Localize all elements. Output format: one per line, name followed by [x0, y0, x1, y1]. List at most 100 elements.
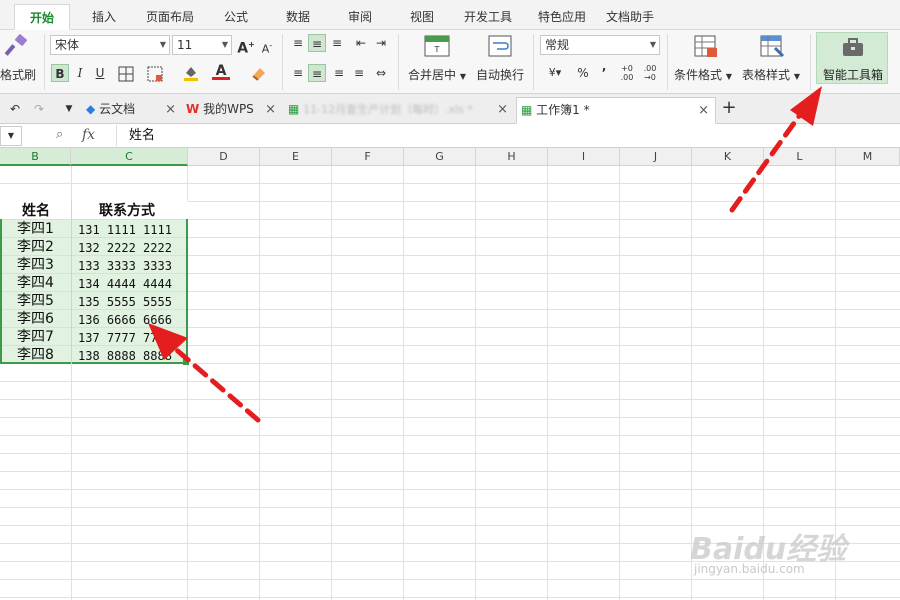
close-icon[interactable]: × — [165, 97, 176, 122]
cell-name[interactable]: 李四3 — [17, 256, 54, 274]
conditional-format-label: 条件格式 — [674, 68, 723, 82]
currency-icon[interactable]: ¥▾ — [542, 64, 568, 82]
align-top-icon[interactable]: ≡ — [289, 34, 307, 52]
header-cell-name[interactable]: 姓名 — [22, 202, 50, 220]
font-name-select[interactable]: 宋体 ▼ — [50, 35, 170, 55]
number-format-select[interactable]: 常规 ▼ — [540, 35, 660, 55]
cell-name[interactable]: 李四8 — [17, 346, 54, 364]
conditional-format-button[interactable]: 条件格式 ▼ — [674, 66, 732, 83]
align-center-icon[interactable]: ≡ — [308, 64, 326, 82]
increase-font-icon[interactable]: A+ — [237, 36, 255, 57]
tab-blurred-file[interactable]: ▦ 11-12月查生产计划（每时）.xls * × — [284, 97, 514, 124]
menu-tab-featured[interactable]: 特色应用 — [530, 4, 594, 30]
header-cell-contact[interactable]: 联系方式 — [99, 202, 155, 220]
cell-phone[interactable]: 133 3333 3333 — [78, 257, 172, 275]
menu-tab-formulas[interactable]: 公式 — [212, 4, 260, 30]
column-header-f[interactable]: F — [332, 148, 404, 166]
name-box-dropdown[interactable]: ▼ — [0, 126, 22, 146]
tab-cloud-docs[interactable]: ◆ 云文档 × — [82, 97, 182, 124]
cell-phone[interactable]: 135 5555 5555 — [78, 293, 172, 311]
merge-center-icon[interactable]: T — [424, 34, 450, 58]
wrap-text-icon[interactable] — [487, 34, 513, 58]
cell-phone[interactable]: 134 4444 4444 — [78, 275, 172, 293]
align-bottom-icon[interactable]: ≡ — [328, 34, 346, 52]
table-style-icon[interactable] — [759, 34, 785, 58]
cell-name[interactable]: 李四7 — [17, 328, 54, 346]
cell-phone[interactable]: 131 1111 1111 — [78, 221, 172, 239]
align-middle-icon[interactable]: ≡ — [308, 34, 326, 52]
tab-workbook1[interactable]: ▦ 工作簿1 * × — [516, 97, 716, 124]
column-header-i[interactable]: I — [548, 148, 620, 166]
cell-name[interactable]: 李四5 — [17, 292, 54, 310]
decrease-font-icon[interactable]: A- — [258, 37, 276, 56]
menu-tab-doc-assistant[interactable]: 文档助手 — [598, 4, 662, 30]
fx-button[interactable]: fx — [82, 127, 95, 143]
fill-color-icon[interactable] — [182, 64, 200, 82]
column-header-h[interactable]: H — [476, 148, 548, 166]
column-header-d[interactable]: D — [188, 148, 260, 166]
menu-tab-view[interactable]: 视图 — [398, 4, 446, 30]
align-left-icon[interactable]: ≡ — [289, 64, 307, 82]
menu-tab-review[interactable]: 审阅 — [336, 4, 384, 30]
align-right-icon[interactable]: ≡ — [330, 64, 348, 82]
tab-my-wps[interactable]: W 我的WPS × — [182, 97, 282, 124]
chevron-down-icon: ▼ — [159, 40, 166, 49]
font-size-select[interactable]: 11 ▼ — [172, 35, 232, 55]
merge-center-button[interactable]: 合并居中 ▼ — [408, 66, 466, 83]
undo-icon[interactable]: ↶ — [6, 100, 24, 118]
cell-name[interactable]: 李四2 — [17, 238, 54, 256]
conditional-format-icon[interactable] — [693, 34, 719, 58]
percent-button[interactable]: % — [574, 64, 592, 82]
decrease-indent-icon[interactable]: ⇤ — [352, 34, 370, 52]
menu-tab-data[interactable]: 数据 — [274, 4, 322, 30]
format-painter-icon[interactable] — [4, 34, 30, 58]
quick-access-chevron-icon[interactable]: ▼ — [60, 100, 78, 118]
zoom-search-icon[interactable]: ⌕ — [56, 127, 63, 142]
close-icon[interactable]: × — [698, 98, 709, 123]
cell-name[interactable]: 李四1 — [17, 220, 54, 238]
menu-tab-page-layout[interactable]: 页面布局 — [138, 4, 202, 30]
smart-toolbox-button[interactable]: 智能工具箱 — [816, 32, 888, 84]
border-icon[interactable] — [118, 66, 134, 82]
cell-phone[interactable]: 138 8888 8888 — [78, 347, 172, 365]
cell-phone[interactable]: 136 6666 6666 — [78, 311, 172, 329]
justify-icon[interactable]: ≡ — [350, 64, 368, 82]
distributed-align-icon[interactable]: ⇔ — [372, 64, 390, 82]
close-icon[interactable]: × — [497, 97, 508, 122]
format-painter-button[interactable]: 格式刷 — [0, 66, 36, 83]
decrease-decimal-icon[interactable]: .00 →0 — [640, 64, 660, 82]
column-header-c[interactable]: C — [71, 148, 188, 166]
underline-button[interactable]: U — [91, 64, 109, 82]
cell-name[interactable]: 李四6 — [17, 310, 54, 328]
chevron-down-icon: ▼ — [221, 40, 228, 49]
cell-phone[interactable]: 132 2222 2222 — [78, 239, 172, 257]
cell-name[interactable]: 李四4 — [17, 274, 54, 292]
close-icon[interactable]: × — [265, 97, 276, 122]
comma-style-button[interactable]: ’ — [595, 64, 613, 82]
ribbon-divider — [810, 34, 811, 90]
new-tab-button[interactable]: + — [720, 99, 738, 117]
column-header-g[interactable]: G — [404, 148, 476, 166]
italic-button[interactable]: I — [71, 64, 89, 82]
column-header-b[interactable]: B — [0, 148, 71, 166]
formula-input[interactable]: 姓名 — [116, 125, 900, 146]
increase-indent-icon[interactable]: ⇥ — [372, 34, 390, 52]
column-header-m[interactable]: M — [836, 148, 900, 166]
fill-handle[interactable] — [183, 359, 189, 365]
column-header-k[interactable]: K — [692, 148, 764, 166]
column-header-j[interactable]: J — [620, 148, 692, 166]
bold-button[interactable]: B — [51, 64, 69, 82]
column-header-e[interactable]: E — [260, 148, 332, 166]
column-header-l[interactable]: L — [764, 148, 836, 166]
redo-icon[interactable]: ↷ — [30, 100, 48, 118]
cell-phone[interactable]: 137 7777 7777 — [78, 329, 172, 347]
font-color-icon[interactable]: A — [212, 63, 230, 83]
menu-tab-home[interactable]: 开始 — [14, 4, 70, 30]
cell-border-style-icon[interactable] — [147, 66, 163, 82]
menu-tab-insert[interactable]: 插入 — [80, 4, 128, 30]
increase-decimal-icon[interactable]: +0.00 — [617, 64, 637, 82]
menu-tab-developer[interactable]: 开发工具 — [456, 4, 520, 30]
clear-format-icon[interactable] — [250, 64, 268, 82]
table-style-button[interactable]: 表格样式 ▼ — [742, 66, 800, 83]
wrap-text-button[interactable]: 自动换行 — [476, 66, 524, 83]
